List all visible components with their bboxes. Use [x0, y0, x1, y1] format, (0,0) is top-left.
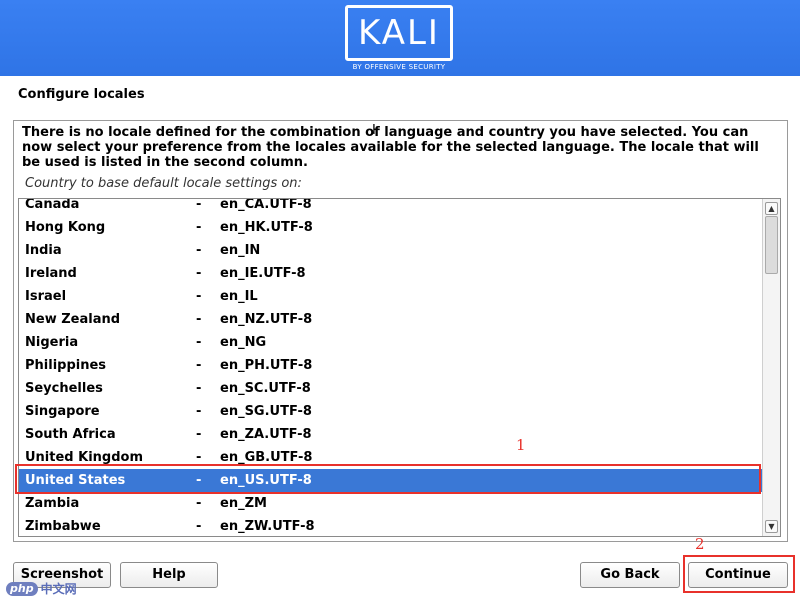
- scrollbar[interactable]: ▲ ▼: [762, 199, 780, 536]
- locale-row[interactable]: Nigeria - en_NG: [19, 331, 763, 354]
- description-text: There is no locale defined for the combi…: [22, 125, 759, 170]
- locale-separator: -: [196, 404, 202, 419]
- locale-row[interactable]: Philippines - en_PH.UTF-8: [19, 354, 763, 377]
- locale-country: India: [25, 243, 62, 258]
- locale-code: en_NZ.UTF-8: [220, 312, 313, 327]
- locale-code: en_IE.UTF-8: [220, 266, 306, 281]
- help-button[interactable]: Help: [120, 562, 218, 588]
- annotation-number-2: 2: [695, 535, 705, 553]
- locale-row[interactable]: Canada - en_CA.UTF-8: [19, 198, 763, 216]
- locale-separator: -: [196, 312, 202, 327]
- locale-country: Singapore: [25, 404, 100, 419]
- locale-code: en_ZA.UTF-8: [220, 427, 312, 442]
- locale-row[interactable]: Singapore - en_SG.UTF-8: [19, 400, 763, 423]
- locale-code: en_PH.UTF-8: [220, 358, 313, 373]
- locale-code: en_CA.UTF-8: [220, 198, 312, 212]
- chevron-down-icon[interactable]: ▼: [765, 520, 778, 533]
- logo-text: KALI: [358, 13, 440, 53]
- kali-logo: KALI: [345, 5, 453, 61]
- locale-separator: -: [196, 198, 202, 212]
- watermark-logo: php: [6, 581, 38, 596]
- locale-row[interactable]: New Zealand - en_NZ.UTF-8: [19, 308, 763, 331]
- locale-row[interactable]: Ireland - en_IE.UTF-8: [19, 262, 763, 285]
- locale-separator: -: [196, 358, 202, 373]
- locale-country: Zimbabwe: [25, 519, 101, 534]
- locale-row[interactable]: Seychelles - en_SC.UTF-8: [19, 377, 763, 400]
- locale-country: Hong Kong: [25, 220, 106, 235]
- locale-country: New Zealand: [25, 312, 121, 327]
- continue-button[interactable]: Continue: [688, 562, 788, 588]
- locale-code: en_ZW.UTF-8: [220, 519, 315, 534]
- locale-country: Nigeria: [25, 335, 79, 350]
- go-back-button[interactable]: Go Back: [580, 562, 680, 588]
- locale-country: Canada: [25, 198, 80, 212]
- annotation-box-1: [15, 464, 761, 494]
- text-cursor-icon: I: [372, 123, 376, 138]
- locale-country: Israel: [25, 289, 67, 304]
- watermark-text: 中文网: [40, 582, 77, 596]
- locale-separator: -: [196, 266, 202, 281]
- locale-row[interactable]: Israel - en_IL: [19, 285, 763, 308]
- locale-row[interactable]: Zambia - en_ZM: [19, 492, 763, 515]
- locale-country: Zambia: [25, 496, 80, 511]
- locale-code: en_IN: [220, 243, 261, 258]
- locale-row[interactable]: India - en_IN: [19, 239, 763, 262]
- locale-code: en_SC.UTF-8: [220, 381, 311, 396]
- locale-code: en_NG: [220, 335, 267, 350]
- locale-country: South Africa: [25, 427, 116, 442]
- locale-code: en_HK.UTF-8: [220, 220, 313, 235]
- locale-code: en_SG.UTF-8: [220, 404, 312, 419]
- locale-row[interactable]: South Africa - en_ZA.UTF-8: [19, 423, 763, 446]
- locale-country: Ireland: [25, 266, 77, 281]
- locale-separator: -: [196, 496, 202, 511]
- locale-separator: -: [196, 289, 202, 304]
- kali-banner: KALI BY OFFENSIVE SECURITY: [0, 0, 800, 76]
- logo-subtext: BY OFFENSIVE SECURITY: [352, 63, 446, 71]
- watermark: php 中文网: [6, 580, 77, 597]
- list-label: Country to base default locale settings …: [25, 176, 302, 191]
- locale-country: Seychelles: [25, 381, 103, 396]
- locale-separator: -: [196, 220, 202, 235]
- locale-separator: -: [196, 243, 202, 258]
- locale-country: Philippines: [25, 358, 107, 373]
- locale-row[interactable]: Hong Kong - en_HK.UTF-8: [19, 216, 763, 239]
- locale-code: en_IL: [220, 289, 258, 304]
- locale-code: en_ZM: [220, 496, 267, 511]
- annotation-number-1: 1: [516, 436, 526, 454]
- locale-separator: -: [196, 519, 202, 534]
- page-title: Configure locales: [18, 87, 145, 102]
- locale-separator: -: [196, 381, 202, 396]
- locale-separator: -: [196, 335, 202, 350]
- chevron-up-icon[interactable]: ▲: [765, 202, 778, 215]
- scroll-thumb[interactable]: [765, 216, 778, 274]
- locale-row[interactable]: Zimbabwe - en_ZW.UTF-8: [19, 515, 763, 536]
- locale-separator: -: [196, 427, 202, 442]
